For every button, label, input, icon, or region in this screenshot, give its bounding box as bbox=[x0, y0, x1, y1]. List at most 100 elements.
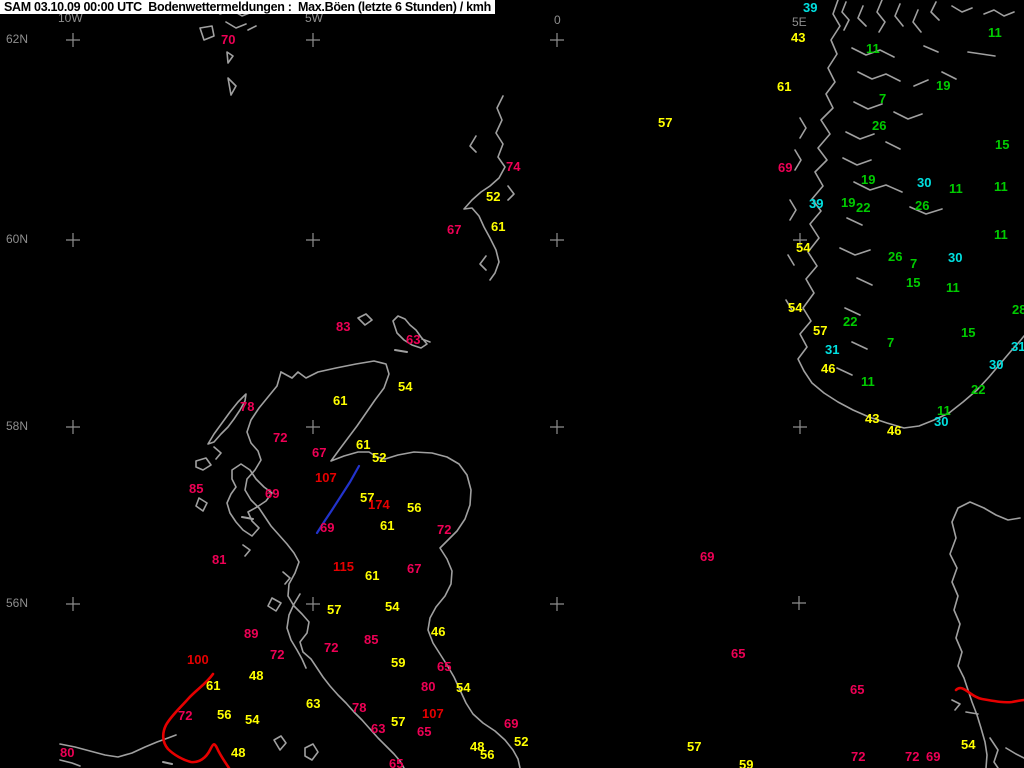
station-value: 85 bbox=[189, 481, 204, 496]
station-value: 56 bbox=[407, 500, 422, 515]
coastline-shetland bbox=[463, 95, 515, 281]
station-value: 19 bbox=[861, 172, 876, 187]
station-value: 72 bbox=[437, 522, 452, 537]
station-value: 72 bbox=[270, 647, 285, 662]
station-value: 174 bbox=[368, 497, 390, 512]
station-value: 54 bbox=[456, 680, 471, 695]
station-value: 22 bbox=[843, 314, 858, 329]
grid-cross-icon bbox=[306, 33, 320, 47]
grid-cross-icon bbox=[306, 233, 320, 247]
coastline-hebrides bbox=[195, 393, 273, 557]
station-value: 89 bbox=[244, 626, 259, 641]
station-value: 115 bbox=[333, 559, 354, 574]
front-line-denmark bbox=[954, 686, 1024, 704]
station-value: 46 bbox=[821, 361, 836, 376]
station-value: 48 bbox=[231, 745, 246, 760]
coastline-faroe-islands bbox=[199, 9, 257, 96]
station-value: 69 bbox=[700, 549, 715, 564]
station-value: 19 bbox=[841, 195, 856, 210]
station-value: 80 bbox=[421, 679, 436, 694]
station-value: 19 bbox=[936, 78, 951, 93]
station-value: 31 bbox=[825, 342, 840, 357]
coastline-isle-of-man bbox=[273, 735, 319, 761]
station-value: 11 bbox=[949, 181, 963, 196]
grid-label: 60N bbox=[6, 232, 29, 246]
station-value: 72 bbox=[178, 708, 193, 723]
coastline-denmark bbox=[949, 501, 1024, 768]
station-value: 81 bbox=[212, 552, 227, 567]
station-value: 67 bbox=[312, 445, 327, 460]
station-value: 107 bbox=[315, 470, 337, 485]
station-value: 57 bbox=[687, 739, 702, 754]
grid-cross-icon bbox=[66, 597, 80, 611]
station-value: 59 bbox=[391, 655, 406, 670]
station-value: 83 bbox=[336, 319, 351, 334]
station-value: 65 bbox=[389, 756, 404, 768]
station-value: 46 bbox=[431, 624, 446, 639]
station-value: 22 bbox=[856, 200, 871, 215]
grid-label: 62N bbox=[6, 32, 29, 46]
station-value: 57 bbox=[327, 602, 342, 617]
station-value: 26 bbox=[888, 249, 903, 264]
station-value: 63 bbox=[306, 696, 321, 711]
station-value: 11 bbox=[866, 41, 880, 56]
station-value: 39 bbox=[803, 0, 818, 15]
coastline-norway-fjords bbox=[785, 0, 1015, 376]
coastline-northern-ireland bbox=[59, 734, 177, 767]
grid-cross-icon bbox=[550, 597, 564, 611]
station-value: 54 bbox=[245, 712, 260, 727]
station-value: 52 bbox=[514, 734, 529, 749]
station-value: 54 bbox=[961, 737, 976, 752]
station-value: 54 bbox=[788, 300, 803, 315]
station-value: 11 bbox=[994, 227, 1008, 242]
station-value: 30 bbox=[948, 250, 963, 265]
grid-cross-icon bbox=[66, 233, 80, 247]
grid-cross-icon bbox=[793, 420, 807, 434]
station-value: 7 bbox=[910, 256, 918, 271]
grid-label: 0 bbox=[554, 13, 561, 27]
station-value: 72 bbox=[324, 640, 339, 655]
station-value: 54 bbox=[385, 599, 400, 614]
station-value: 43 bbox=[865, 411, 880, 426]
station-value: 43 bbox=[791, 30, 806, 45]
station-value: 100 bbox=[187, 652, 209, 667]
station-value: 26 bbox=[915, 198, 930, 213]
station-value: 11 bbox=[861, 374, 875, 389]
station-value: 54 bbox=[398, 379, 413, 394]
station-value: 78 bbox=[352, 700, 367, 715]
station-value: 67 bbox=[447, 222, 462, 237]
station-value: 52 bbox=[372, 450, 387, 465]
station-value: 28 bbox=[1012, 302, 1024, 317]
station-value: 78 bbox=[240, 399, 255, 414]
station-value: 61 bbox=[356, 437, 371, 452]
grid-label: 56N bbox=[6, 596, 29, 610]
station-value: 65 bbox=[417, 724, 432, 739]
grid-cross-icon bbox=[66, 420, 80, 434]
grid-cross-icon bbox=[306, 420, 320, 434]
station-value: 63 bbox=[406, 332, 421, 347]
station-value: 72 bbox=[273, 430, 288, 445]
station-value: 69 bbox=[265, 486, 280, 501]
grid-cross-icon bbox=[792, 596, 806, 610]
station-value: 30 bbox=[934, 414, 949, 429]
station-value: 72 bbox=[905, 749, 920, 764]
station-value: 69 bbox=[504, 716, 519, 731]
station-value: 61 bbox=[365, 568, 380, 583]
station-value: 61 bbox=[777, 79, 792, 94]
coastline-scotland-west bbox=[244, 371, 405, 768]
station-value: 15 bbox=[995, 137, 1010, 152]
title-bar: SAM 03.10.09 00:00 UTC Bodenwettermeldun… bbox=[0, 0, 495, 14]
station-value: 11 bbox=[994, 179, 1008, 194]
station-value: 48 bbox=[249, 668, 264, 683]
grid-cross-icon bbox=[306, 597, 320, 611]
weather-map-screen: SAM 03.10.09 00:00 UTC Bodenwettermeldun… bbox=[0, 0, 1024, 768]
station-value: 61 bbox=[380, 518, 395, 533]
station-value: 7 bbox=[887, 335, 895, 350]
station-value: 46 bbox=[887, 423, 902, 438]
station-value: 65 bbox=[850, 682, 865, 697]
station-value: 31 bbox=[1011, 339, 1024, 354]
station-value: 7 bbox=[879, 91, 887, 106]
station-value: 61 bbox=[206, 678, 221, 693]
grid-cross-icon bbox=[550, 420, 564, 434]
station-value: 63 bbox=[371, 721, 386, 736]
